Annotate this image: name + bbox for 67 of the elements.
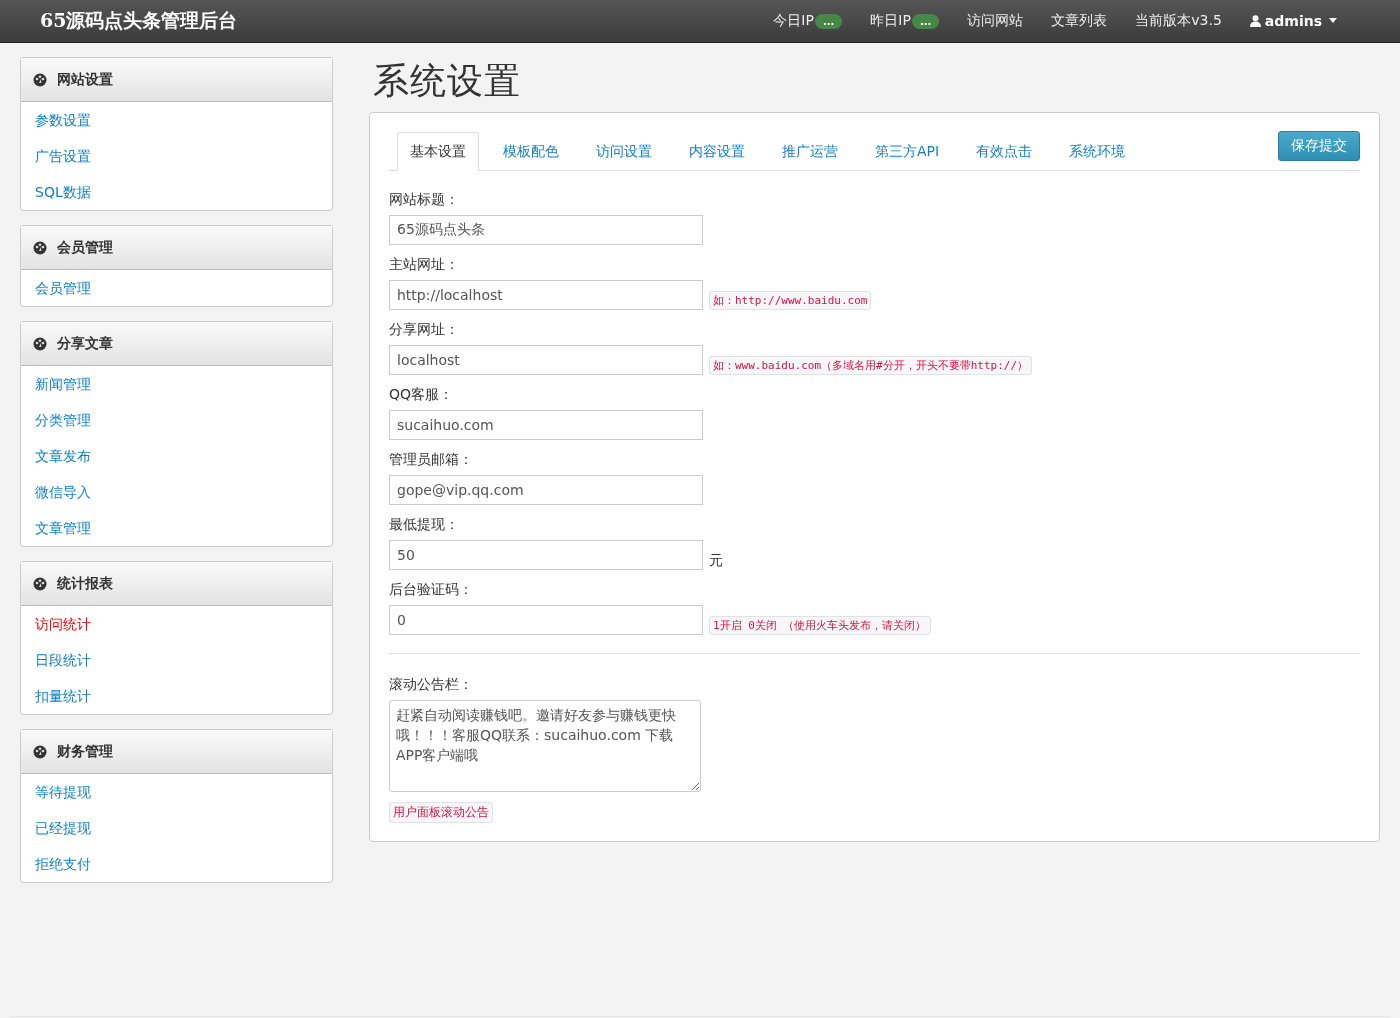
sidebar-item[interactable]: 文章管理 bbox=[21, 510, 332, 546]
count-badge: ... bbox=[814, 13, 843, 29]
input-field[interactable]: localhost bbox=[389, 345, 703, 375]
input-field[interactable]: sucaihuo.com bbox=[389, 410, 703, 440]
sidebar-item[interactable]: 等待提现 bbox=[21, 774, 332, 810]
nav-link[interactable]: 文章列表 bbox=[1051, 12, 1108, 30]
hint-text: 如：http://www.baidu.com bbox=[709, 291, 872, 310]
sidebar-item[interactable]: 扣量统计 bbox=[21, 678, 332, 714]
count-badge: ... bbox=[911, 13, 940, 29]
sidebar-item[interactable]: 已经提现 bbox=[21, 810, 332, 846]
input-field[interactable]: 50 bbox=[389, 540, 703, 570]
save-button[interactable]: 保存提交 bbox=[1278, 131, 1360, 161]
nav-link[interactable]: 今日IP ... bbox=[773, 12, 843, 30]
panel-title: 分享文章 bbox=[57, 334, 113, 353]
sidebar-item[interactable]: 日段统计 bbox=[21, 642, 332, 678]
input-field[interactable]: 65源码点头条 bbox=[389, 215, 703, 245]
tab[interactable]: 推广运营 bbox=[769, 132, 851, 170]
tab[interactable]: 有效点击 bbox=[963, 132, 1046, 170]
sidebar-item[interactable]: 新闻管理 bbox=[21, 366, 332, 402]
hint-text: 用户面板滚动公告 bbox=[389, 802, 493, 823]
field-label: 网站标题： bbox=[389, 191, 460, 209]
nav-link[interactable]: 昨日IP ... bbox=[870, 12, 940, 30]
notice-textarea[interactable]: 赶紧自动阅读赚钱吧。邀请好友参与赚钱更快哦！！！客服QQ联系：sucaihuo.com 下载APP客户端哦 bbox=[389, 700, 701, 792]
tab[interactable]: 内容设置 bbox=[676, 132, 758, 170]
caret-icon bbox=[1326, 17, 1340, 25]
sidebar-item[interactable]: 访问统计 bbox=[21, 606, 332, 642]
sidebar-item[interactable]: 会员管理 bbox=[21, 270, 332, 306]
field-label: 主站网址： bbox=[389, 256, 460, 274]
input-field[interactable]: gope@vip.qq.com bbox=[389, 475, 703, 505]
field-label: 滚动公告栏： bbox=[389, 676, 474, 694]
sidebar-item[interactable]: 分类管理 bbox=[21, 402, 332, 438]
hint-text: 如：www.baidu.com（多域名用#分开，开头不要带http://） bbox=[709, 356, 1033, 375]
field-label: 后台验证码： bbox=[389, 581, 474, 599]
field-label: 最低提现： bbox=[389, 516, 460, 534]
dashboard-icon bbox=[33, 72, 47, 87]
nav-link[interactable]: 访问网站 bbox=[967, 12, 1024, 30]
tab[interactable]: 访问设置 bbox=[583, 132, 665, 170]
panel-title: 网站设置 bbox=[57, 70, 113, 89]
tab[interactable]: 第三方API bbox=[862, 132, 953, 170]
sidebar-item[interactable]: 广告设置 bbox=[21, 138, 332, 174]
field-label: 管理员邮箱： bbox=[389, 451, 474, 469]
dashboard-icon bbox=[33, 240, 47, 255]
sidebar-item[interactable]: 拒绝支付 bbox=[21, 846, 332, 882]
dashboard-icon bbox=[33, 744, 47, 759]
dashboard-icon bbox=[33, 336, 47, 351]
sidebar-item[interactable]: 文章发布 bbox=[21, 438, 332, 474]
sidebar-item[interactable]: SQL数据 bbox=[21, 174, 332, 210]
panel-title: 财务管理 bbox=[57, 742, 113, 761]
hint-text: 1开启 0关闭 （使用火车头发布，请关闭） bbox=[709, 616, 931, 635]
tab[interactable]: 基本设置 bbox=[397, 132, 479, 171]
input-field[interactable]: http://localhost bbox=[389, 280, 703, 310]
user-menu[interactable]: admins bbox=[1249, 13, 1340, 29]
app-title: 65源码点头条管理后台 bbox=[40, 8, 238, 33]
panel-title: 会员管理 bbox=[57, 238, 113, 257]
nav-link[interactable]: 当前版本v3.5 bbox=[1135, 12, 1222, 30]
tab[interactable]: 系统环境 bbox=[1056, 132, 1139, 170]
field-label: 分享网址： bbox=[389, 321, 460, 339]
dashboard-icon bbox=[33, 576, 47, 591]
sidebar-item[interactable]: 微信导入 bbox=[21, 474, 332, 510]
tab[interactable]: 模板配色 bbox=[490, 132, 572, 170]
page-title: 系统设置 bbox=[372, 59, 522, 103]
sidebar-item[interactable]: 参数设置 bbox=[21, 102, 332, 138]
unit-label: 元 bbox=[709, 552, 723, 570]
field-label: QQ客服： bbox=[389, 386, 455, 404]
input-field[interactable]: 0 bbox=[389, 605, 703, 635]
panel-title: 统计报表 bbox=[57, 574, 113, 593]
user-icon bbox=[1249, 15, 1261, 27]
